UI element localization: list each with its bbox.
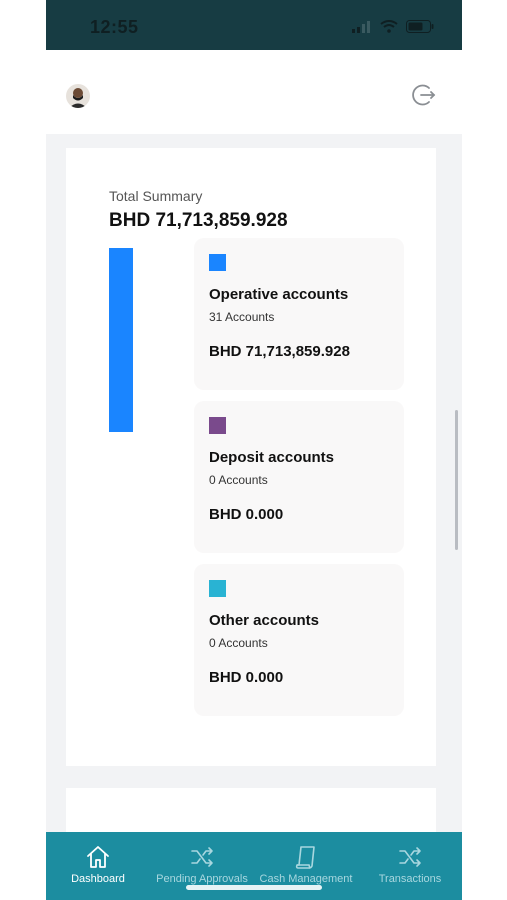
color-swatch [209, 417, 226, 434]
home-icon [87, 846, 109, 868]
logout-icon[interactable] [410, 82, 436, 108]
status-bar: 12:55 [46, 0, 462, 50]
account-name: Operative accounts [209, 286, 349, 303]
tab-transactions[interactable]: Transactions [358, 832, 462, 900]
dashboard-content: Total Summary BHD 71,713,859.928 Operati… [46, 134, 462, 848]
summary-total: BHD 71,713,859.928 [109, 210, 288, 231]
tab-label: Transactions [378, 873, 442, 885]
tab-label: Pending Approvals [156, 873, 248, 885]
shuffle-icon [191, 847, 213, 867]
battery-icon [406, 20, 434, 33]
account-amount: BHD 0.000 [209, 669, 284, 686]
account-card-deposit[interactable]: Deposit accounts 0 Accounts BHD 0.000 [194, 401, 404, 553]
account-card-operative[interactable]: Operative accounts 31 Accounts BHD 71,71… [194, 238, 404, 390]
account-count: 31 Accounts [209, 310, 275, 324]
status-icons [352, 20, 434, 33]
summary-label: Total Summary [109, 188, 203, 204]
account-name: Deposit accounts [209, 449, 335, 466]
account-count: 0 Accounts [209, 473, 268, 487]
tab-label: Dashboard [71, 873, 125, 885]
color-swatch [209, 580, 226, 597]
avatar[interactable] [66, 84, 90, 108]
color-swatch [209, 254, 226, 271]
tab-dashboard[interactable]: Dashboard [46, 832, 150, 900]
account-card-other[interactable]: Other accounts 0 Accounts BHD 0.000 [194, 564, 404, 716]
scrollbar[interactable] [455, 410, 458, 550]
account-amount: BHD 0.000 [209, 506, 284, 523]
shuffle-icon [399, 847, 421, 867]
top-bar [46, 50, 462, 134]
document-icon [295, 846, 315, 869]
summary-bar [109, 248, 133, 432]
status-time: 12:55 [90, 17, 139, 37]
account-amount: BHD 71,713,859.928 [209, 343, 350, 360]
summary-card: Total Summary BHD 71,713,859.928 Operati… [66, 148, 436, 766]
tab-label: Cash Management [259, 873, 353, 885]
signal-icon [352, 20, 370, 33]
phone-screen: 12:55 Total Summary BHD 71,713,859.928 O… [46, 0, 462, 900]
account-name: Other accounts [209, 612, 320, 629]
wifi-icon [380, 20, 398, 33]
account-count: 0 Accounts [209, 636, 268, 650]
home-indicator[interactable] [186, 885, 322, 890]
